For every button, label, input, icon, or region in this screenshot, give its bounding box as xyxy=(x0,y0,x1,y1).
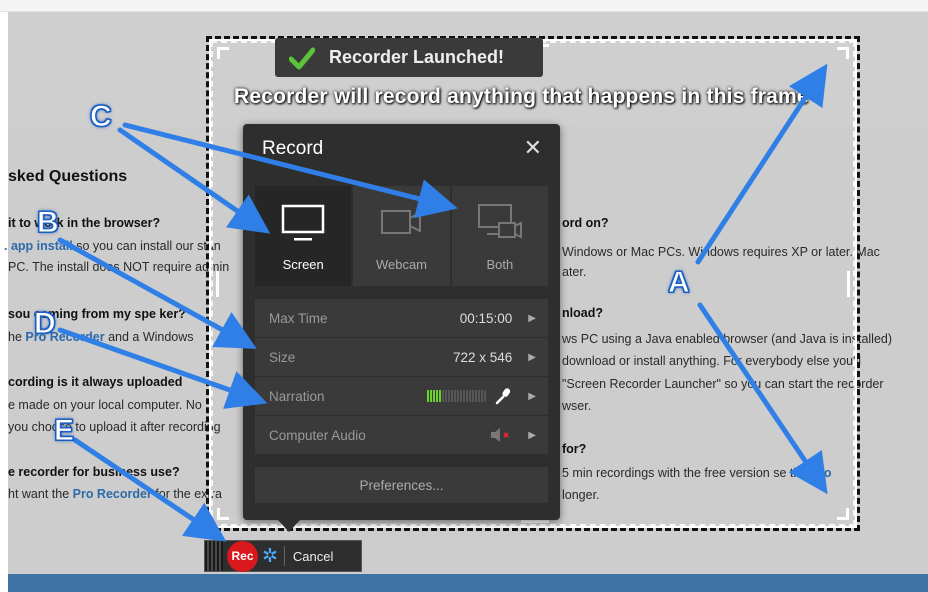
annotation-label-e: E xyxy=(53,414,75,448)
arrow-a-to-bottom-corner xyxy=(697,302,828,495)
arrow-e-to-rec xyxy=(72,437,227,542)
arrow-a-to-top-corner xyxy=(695,63,828,265)
annotation-arrows xyxy=(57,63,828,542)
arrow-d-to-narration xyxy=(57,327,268,409)
arrow-b-to-size xyxy=(57,237,257,349)
annotation-label-a: A xyxy=(668,266,691,300)
annotation-label-b: B xyxy=(37,206,60,240)
annotation-label-d: D xyxy=(34,307,57,341)
annotation-label-c: C xyxy=(90,100,113,134)
arrow-c-to-screen xyxy=(117,127,271,234)
